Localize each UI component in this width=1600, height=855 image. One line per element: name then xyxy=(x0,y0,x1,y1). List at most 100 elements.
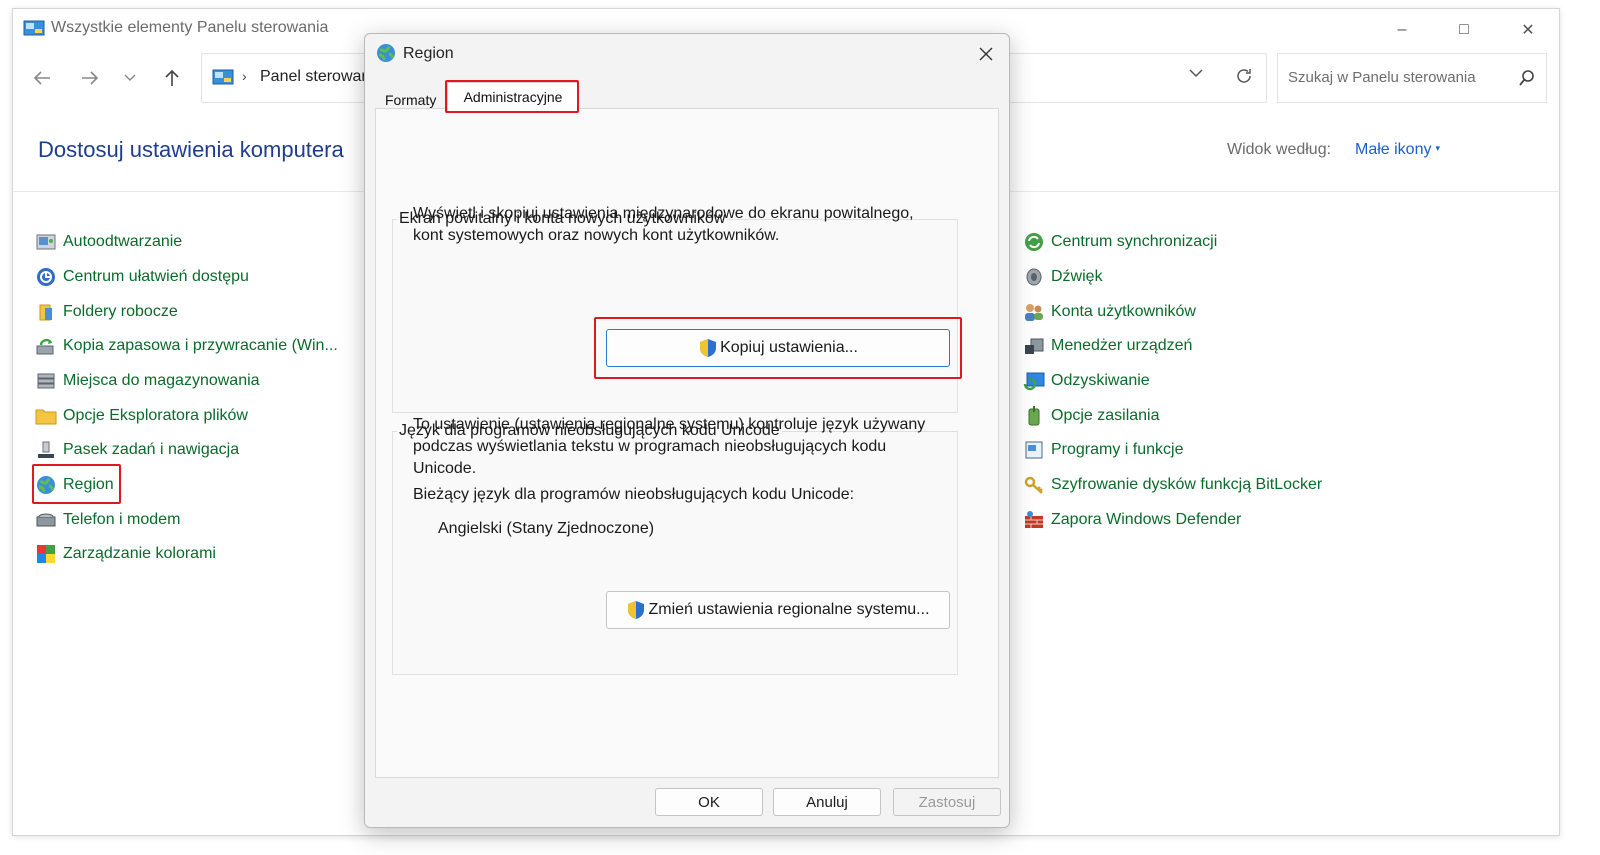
cancel-button[interactable]: Anuluj xyxy=(773,788,881,816)
cp-item-phone-modem[interactable]: Telefon i modem xyxy=(35,507,180,533)
cp-item-label: Odzyskiwanie xyxy=(1051,372,1150,389)
accessibility-icon xyxy=(35,266,57,288)
cp-item-label: Zarządzanie kolorami xyxy=(63,545,216,562)
device-manager-icon xyxy=(1023,335,1045,357)
cp-item-device-manager[interactable]: Menedżer urządzeń xyxy=(1023,333,1192,359)
cp-item-label: Menedżer urządzeń xyxy=(1051,337,1193,354)
cp-item-backup[interactable]: Kopia zapasowa i przywracanie (Win... xyxy=(35,333,338,359)
cp-item-accessibility[interactable]: Centrum ułatwień dostępu xyxy=(35,264,249,290)
cp-item-label: Foldery robocze xyxy=(63,303,178,320)
cp-item-label: Opcje zasilania xyxy=(1051,407,1160,424)
cp-item-sync-center[interactable]: Centrum synchronizacji xyxy=(1023,229,1217,255)
storage-spaces-icon xyxy=(35,370,57,392)
cp-item-storage-spaces[interactable]: Miejsca do magazynowania xyxy=(35,368,260,394)
globe-icon xyxy=(375,42,397,69)
color-management-icon xyxy=(35,543,57,565)
cp-item-recovery[interactable]: Odzyskiwanie xyxy=(1023,368,1150,394)
cp-item-label: Centrum synchronizacji xyxy=(1051,233,1218,250)
highlight-box xyxy=(445,80,579,113)
group1-description-line1: Wyświetl i skopiuj ustawienia międzynaro… xyxy=(413,205,914,222)
ok-button[interactable]: OK xyxy=(655,788,763,816)
apply-button[interactable]: Zastosuj xyxy=(893,788,1001,816)
recovery-icon xyxy=(1023,370,1045,392)
cp-item-label: Autoodtwarzanie xyxy=(63,233,183,250)
uac-shield-icon xyxy=(628,601,645,619)
forward-arrow-icon[interactable] xyxy=(75,65,105,91)
folder-options-icon xyxy=(35,405,57,427)
power-icon xyxy=(1023,405,1045,427)
region-dialog: Region Formaty Ekran powitalny i konta n… xyxy=(364,33,1010,828)
group2-description-line3: Unicode. xyxy=(413,460,477,477)
recent-locations-chevron-icon[interactable] xyxy=(115,65,145,91)
view-by-value: Małe ikony xyxy=(1355,141,1432,158)
cp-item-label: Telefon i modem xyxy=(63,511,181,528)
cp-item-label: Programy i funkcje xyxy=(1051,441,1184,458)
cp-item-label: Miejsca do magazynowania xyxy=(63,372,260,389)
search-icon[interactable] xyxy=(1518,69,1536,92)
cp-item-windows-firewall[interactable]: Zapora Windows Defender xyxy=(1023,507,1241,533)
page-title: Dostosuj ustawienia komputera xyxy=(38,137,344,162)
welcome-screen-group: Ekran powitalny i konta nowych użytkowni… xyxy=(392,210,958,413)
address-dropdown-icon[interactable] xyxy=(1188,66,1204,84)
minimize-button[interactable]: – xyxy=(1379,17,1425,43)
firewall-icon xyxy=(1023,509,1045,531)
cp-item-programs-features[interactable]: Programy i funkcje xyxy=(1023,437,1184,463)
phone-modem-icon xyxy=(35,509,57,531)
taskbar-icon xyxy=(35,439,57,461)
unicode-language-group: Język dla programów nieobsługujących kod… xyxy=(392,422,958,675)
cp-item-label: Pasek zadań i nawigacja xyxy=(63,441,240,458)
breadcrumb-chevron-icon[interactable]: › xyxy=(242,68,247,84)
change-system-locale-label: Zmień ustawienia regionalne systemu... xyxy=(648,601,930,618)
up-arrow-icon[interactable] xyxy=(157,65,187,91)
current-language-label: Bieżący język dla programów nieobsługują… xyxy=(413,486,855,503)
view-by-dropdown[interactable]: Małe ikony ▾ xyxy=(1355,141,1440,159)
dialog-title: Region xyxy=(403,45,454,62)
search-input[interactable]: Szukaj w Panelu sterowania xyxy=(1277,53,1547,103)
dropdown-caret-icon: ▾ xyxy=(1435,143,1441,153)
copy-settings-label: Kopiuj ustawienia... xyxy=(720,339,858,356)
bitlocker-icon xyxy=(1023,474,1045,496)
copy-settings-button[interactable]: Kopiuj ustawienia... xyxy=(606,329,950,367)
cp-item-label: Centrum ułatwień dostępu xyxy=(63,268,249,285)
group2-description-line2: podczas wyświetlania tekstu w programach… xyxy=(413,438,887,455)
sync-icon xyxy=(1023,231,1045,253)
group2-description-line1: To ustawienie (ustawienia regionalne sys… xyxy=(413,416,926,433)
view-by-label: Widok według: xyxy=(1227,141,1332,158)
close-icon xyxy=(979,47,993,61)
window-title: Wszystkie elementy Panelu sterowania xyxy=(51,19,329,36)
speaker-icon xyxy=(1023,266,1045,288)
back-arrow-icon[interactable] xyxy=(27,65,57,91)
dialog-title-bar: Region xyxy=(365,34,1009,74)
group1-description-line2: kont systemowych oraz nowych kont użytko… xyxy=(413,227,780,244)
maximize-button[interactable]: □ xyxy=(1441,17,1487,43)
cp-item-label: Kopia zapasowa i przywracanie (Win... xyxy=(63,337,338,354)
programs-icon xyxy=(1023,439,1045,461)
cp-item-color-management[interactable]: Zarządzanie kolorami xyxy=(35,541,216,567)
users-icon xyxy=(1023,301,1045,323)
current-language-value: Angielski (Stany Zjednoczone) xyxy=(438,520,655,537)
cp-item-taskbar[interactable]: Pasek zadań i nawigacja xyxy=(35,437,239,463)
cp-item-label: Zapora Windows Defender xyxy=(1051,511,1242,528)
search-placeholder: Szukaj w Panelu sterowania xyxy=(1288,69,1476,86)
cp-item-label: Konta użytkowników xyxy=(1051,303,1196,320)
cp-item-bitlocker[interactable]: Szyfrowanie dysków funkcją BitLocker xyxy=(1023,472,1322,498)
cp-item-label: Szyfrowanie dysków funkcją BitLocker xyxy=(1051,476,1323,493)
highlight-box xyxy=(32,464,121,504)
cp-item-autoplay[interactable]: Autoodtwarzanie xyxy=(35,229,182,255)
cp-item-folder-options[interactable]: Opcje Eksploratora plików xyxy=(35,403,248,429)
cp-item-sound[interactable]: Dźwięk xyxy=(1023,264,1103,290)
dialog-close-button[interactable] xyxy=(973,42,999,66)
control-panel-icon xyxy=(212,68,234,91)
refresh-icon[interactable] xyxy=(1234,66,1254,91)
control-panel-icon xyxy=(23,19,45,42)
change-system-locale-button[interactable]: Zmień ustawienia regionalne systemu... xyxy=(606,591,950,629)
cp-item-work-folders[interactable]: Foldery robocze xyxy=(35,299,178,325)
work-folders-icon xyxy=(35,301,57,323)
cp-item-user-accounts[interactable]: Konta użytkowników xyxy=(1023,299,1196,325)
cp-item-label: Opcje Eksploratora plików xyxy=(63,407,248,424)
autoplay-icon xyxy=(35,231,57,253)
uac-shield-icon xyxy=(700,339,717,357)
cp-item-power-options[interactable]: Opcje zasilania xyxy=(1023,403,1160,429)
close-button[interactable]: ✕ xyxy=(1505,17,1551,43)
tab-panel-administracyjne: Ekran powitalny i konta nowych użytkowni… xyxy=(375,108,999,778)
